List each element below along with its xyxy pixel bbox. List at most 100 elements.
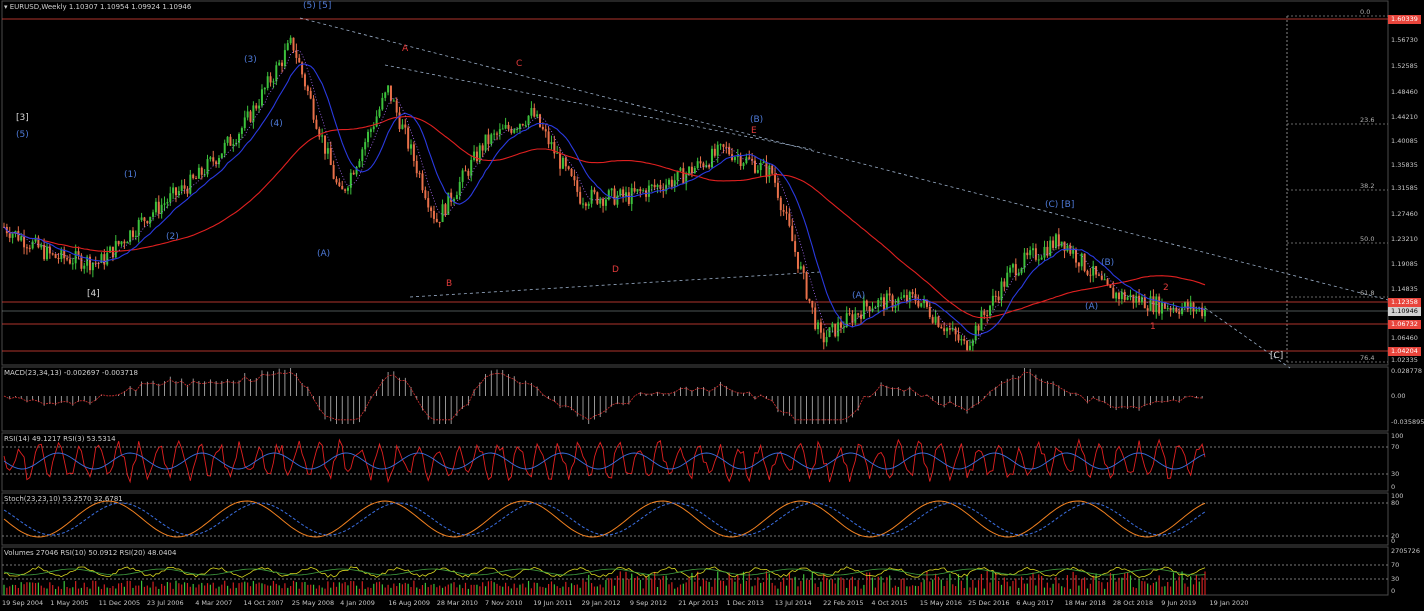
candle-body xyxy=(298,57,301,63)
candle-body xyxy=(94,262,97,264)
candle-body xyxy=(43,245,46,260)
candle-body xyxy=(143,217,146,222)
candle-body xyxy=(1080,253,1083,267)
candle-body xyxy=(857,313,860,315)
candle-body xyxy=(607,190,610,200)
candle-body xyxy=(521,124,524,126)
candle-body xyxy=(157,201,160,214)
candle-body xyxy=(1112,287,1115,299)
time-tick: 1 May 2005 xyxy=(50,599,89,607)
candle-body xyxy=(292,37,295,51)
vol-tick: 0 xyxy=(1391,587,1396,595)
candle-body xyxy=(1014,264,1017,276)
candle-body xyxy=(725,146,728,148)
candle-body xyxy=(427,198,430,208)
candle-body xyxy=(481,145,484,151)
candle-body xyxy=(266,76,269,88)
candle-body xyxy=(1009,267,1012,273)
candle-body xyxy=(814,307,817,330)
candle-body xyxy=(404,124,407,128)
horizontal-levels xyxy=(2,18,1388,352)
candle-body xyxy=(45,246,48,260)
candle-body xyxy=(587,203,590,206)
candle-body xyxy=(1126,297,1129,300)
candle-body xyxy=(817,322,820,330)
candle-body xyxy=(306,86,309,91)
candle-body xyxy=(1166,307,1169,309)
wave-label: (B) xyxy=(750,115,764,125)
candle-body xyxy=(372,126,375,130)
candle-body xyxy=(796,251,799,269)
candle-body xyxy=(943,328,946,332)
candle-body xyxy=(1158,296,1161,314)
candle-body xyxy=(1077,262,1080,267)
candle-body xyxy=(484,134,487,151)
candle-body xyxy=(60,249,63,259)
candle-body xyxy=(960,339,963,341)
candle-body xyxy=(180,185,183,191)
time-tick: 9 Sep 2012 xyxy=(629,599,667,607)
candle-body xyxy=(209,157,212,160)
time-tick: 14 Oct 2007 xyxy=(243,599,284,607)
candle-body xyxy=(946,328,949,332)
candle-body xyxy=(1135,295,1138,303)
candle-body xyxy=(1186,302,1189,310)
volumes-panel xyxy=(2,564,1388,595)
candle-body xyxy=(584,203,587,206)
candle-body xyxy=(131,230,134,237)
fib-label: 23.6 xyxy=(1360,116,1375,124)
candle-body xyxy=(289,37,292,44)
time-tick: 7 Nov 2010 xyxy=(485,599,523,607)
wave-label: (4) xyxy=(270,119,283,129)
price-box: 1.04204 xyxy=(1388,347,1421,356)
candle-body xyxy=(819,322,822,333)
candle-body xyxy=(788,213,791,226)
candle-body xyxy=(309,90,312,99)
candle-body xyxy=(146,221,149,224)
time-tick: 1 Dec 2013 xyxy=(726,599,764,607)
candle-body xyxy=(559,152,562,169)
candle-body xyxy=(361,149,364,162)
candle-body xyxy=(260,89,263,106)
candle-body xyxy=(91,262,94,271)
candle-body xyxy=(375,116,378,127)
candle-body xyxy=(667,179,670,185)
candle-body xyxy=(57,257,60,259)
candle-body xyxy=(1100,275,1103,280)
candle-body xyxy=(493,133,496,135)
main-header: ▾ EURUSD,Weekly 1.10307 1.10954 1.09924 … xyxy=(4,3,191,11)
candle-body xyxy=(914,294,917,301)
candle-body xyxy=(948,328,951,330)
candle-body xyxy=(854,313,857,323)
candle-body xyxy=(412,144,415,161)
candle-body xyxy=(963,339,966,341)
candle-body xyxy=(593,189,596,193)
envelope-line xyxy=(3,49,1206,344)
wave-label: (1) xyxy=(124,170,137,180)
candle-body xyxy=(186,188,189,194)
candle-body xyxy=(1066,245,1069,252)
candle-body xyxy=(421,173,424,191)
candle-body xyxy=(825,337,828,343)
candle-body xyxy=(1097,274,1100,276)
macd-tick: -0.035895 xyxy=(1391,418,1424,426)
candle-body xyxy=(444,204,447,215)
candle-body xyxy=(352,172,355,175)
wave-label: (2) xyxy=(166,232,179,242)
dropdown-icon[interactable]: ▾ xyxy=(4,3,8,11)
wave-label: 2 xyxy=(1163,283,1169,293)
wave-label: [4] xyxy=(87,289,100,299)
candle-body xyxy=(54,253,57,258)
wave-label: (C) [B] xyxy=(1045,200,1075,210)
price-box: 1.06732 xyxy=(1388,320,1421,329)
candle-body xyxy=(556,152,559,154)
candle-body xyxy=(324,135,327,154)
candle-body xyxy=(1040,257,1043,260)
time-tick: 13 Jul 2014 xyxy=(774,599,812,607)
candle-body xyxy=(636,189,639,192)
candle-body xyxy=(364,142,367,150)
time-tick: 9 Jun 2019 xyxy=(1161,599,1197,607)
trendlines xyxy=(299,17,1389,369)
candle-body xyxy=(865,300,868,307)
candle-body xyxy=(17,231,20,241)
